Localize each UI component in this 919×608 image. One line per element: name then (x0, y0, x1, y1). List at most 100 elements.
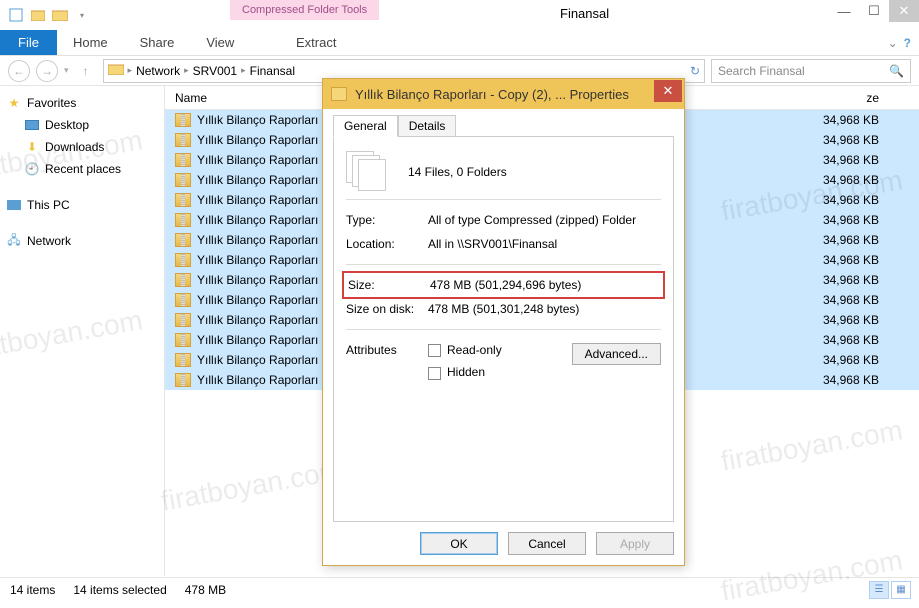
extract-tab[interactable]: Extract (280, 31, 352, 54)
ribbon: File Home Share View Extract ⌄ ? (0, 30, 919, 56)
ribbon-expand-icon[interactable]: ⌄ (888, 36, 898, 50)
search-input[interactable]: Search Finansal 🔍 (711, 59, 911, 83)
zip-icon (175, 233, 191, 247)
file-size: 34,968 KB (809, 133, 879, 147)
status-selected: 14 items selected (73, 583, 166, 597)
size-label: Size: (348, 278, 430, 292)
location-label: Location: (346, 237, 428, 251)
tree-recent[interactable]: 🕘Recent places (4, 158, 160, 180)
readonly-checkbox[interactable] (428, 344, 441, 357)
minimize-button[interactable]: — (829, 0, 859, 22)
home-tab[interactable]: Home (57, 31, 124, 54)
dialog-close-button[interactable]: ✕ (654, 80, 682, 102)
help-icon[interactable]: ? (904, 36, 911, 50)
hidden-label: Hidden (447, 365, 485, 379)
address-sep-icon[interactable]: ▸ (128, 65, 133, 76)
location-value: All in \\SRV001\Finansal (428, 237, 661, 251)
hidden-checkbox[interactable] (428, 367, 441, 380)
address-segment[interactable]: Finansal (250, 64, 295, 78)
cancel-button[interactable]: Cancel (508, 532, 586, 555)
file-size: 34,968 KB (809, 213, 879, 227)
address-folder-icon (108, 63, 124, 78)
tree-label: This PC (27, 198, 70, 212)
dialog-title: Yıllık Bilanço Raporları - Copy (2), ...… (355, 87, 646, 102)
type-label: Type: (346, 213, 428, 227)
zip-icon (175, 213, 191, 227)
tree-label: Downloads (45, 140, 104, 154)
zip-icon (175, 193, 191, 207)
disk-label: Size on disk: (346, 302, 428, 316)
close-button[interactable]: ✕ (889, 0, 919, 22)
ok-button[interactable]: OK (420, 532, 498, 555)
star-icon: ★ (6, 95, 22, 111)
zip-icon (175, 313, 191, 327)
zip-icon (175, 153, 191, 167)
tree-desktop[interactable]: Desktop (4, 114, 160, 136)
advanced-button[interactable]: Advanced... (572, 343, 661, 365)
forward-button[interactable]: → (36, 60, 58, 82)
zip-icon (175, 273, 191, 287)
file-size: 34,968 KB (809, 373, 879, 387)
recent-dropdown-icon[interactable]: ▾ (64, 65, 69, 76)
zip-icon (175, 173, 191, 187)
titlebar: ▾ Compressed Folder Tools Finansal — ☐ ✕ (0, 0, 919, 30)
multi-file-icon (346, 151, 394, 191)
address-segment[interactable]: Network (136, 64, 180, 78)
zip-icon (175, 133, 191, 147)
file-size: 34,968 KB (809, 173, 879, 187)
up-button[interactable]: ↑ (75, 60, 97, 82)
downloads-icon: ⬇ (24, 139, 40, 155)
contextual-tab[interactable]: Compressed Folder Tools (230, 0, 379, 20)
file-tab[interactable]: File (0, 30, 57, 55)
refresh-icon[interactable]: ↻ (690, 64, 700, 78)
share-tab[interactable]: Share (124, 31, 191, 54)
address-sep-icon[interactable]: ▸ (241, 65, 246, 76)
attributes-label: Attributes (346, 343, 428, 380)
recent-icon: 🕘 (24, 161, 40, 177)
qat-properties-icon[interactable] (6, 5, 26, 25)
type-value: All of type Compressed (zipped) Folder (428, 213, 661, 227)
window-folder-icon (50, 5, 70, 25)
zip-icon (175, 253, 191, 267)
network-icon: 🖧 (6, 233, 22, 249)
status-bar: 14 items 14 items selected 478 MB ☰ ▦ (0, 577, 919, 601)
tree-downloads[interactable]: ⬇ Downloads (4, 136, 160, 158)
disk-value: 478 MB (501,301,248 bytes) (428, 302, 661, 316)
status-size: 478 MB (185, 583, 226, 597)
details-view-icon[interactable]: ☰ (869, 581, 889, 599)
dialog-zip-icon (331, 87, 347, 101)
thumbnails-view-icon[interactable]: ▦ (891, 581, 911, 599)
file-size: 34,968 KB (809, 193, 879, 207)
tab-details[interactable]: Details (398, 115, 457, 137)
back-button[interactable]: ← (8, 60, 30, 82)
readonly-label: Read-only (447, 343, 502, 357)
file-size: 34,968 KB (809, 353, 879, 367)
tree-network[interactable]: 🖧 Network (4, 230, 160, 252)
tree-this-pc[interactable]: This PC (4, 194, 160, 216)
view-tab[interactable]: View (190, 31, 250, 54)
col-size[interactable]: ze (809, 91, 879, 105)
file-size: 34,968 KB (809, 233, 879, 247)
zip-icon (175, 293, 191, 307)
tree-favorites[interactable]: ★Favorites (4, 92, 160, 114)
file-size: 34,968 KB (809, 253, 879, 267)
tab-general[interactable]: General (333, 115, 398, 137)
search-placeholder: Search Finansal (718, 64, 805, 78)
maximize-button[interactable]: ☐ (859, 0, 889, 22)
desktop-icon (24, 117, 40, 133)
search-icon: 🔍 (889, 64, 904, 78)
dialog-titlebar[interactable]: Yıllık Bilanço Raporları - Copy (2), ...… (323, 79, 684, 109)
qat-dropdown-icon[interactable]: ▾ (72, 5, 92, 25)
address-sep-icon[interactable]: ▸ (184, 65, 189, 76)
zip-icon (175, 373, 191, 387)
apply-button[interactable]: Apply (596, 532, 674, 555)
nav-tree: ★Favorites Desktop ⬇ Downloads 🕘Recent pl… (0, 86, 165, 576)
address-segment[interactable]: SRV001 (193, 64, 237, 78)
file-size: 34,968 KB (809, 153, 879, 167)
tree-label: Network (27, 234, 71, 248)
file-size: 34,968 KB (809, 293, 879, 307)
qat-newfolder-icon[interactable] (28, 5, 48, 25)
zip-icon (175, 113, 191, 127)
file-size: 34,968 KB (809, 313, 879, 327)
properties-dialog: Yıllık Bilanço Raporları - Copy (2), ...… (322, 78, 685, 566)
